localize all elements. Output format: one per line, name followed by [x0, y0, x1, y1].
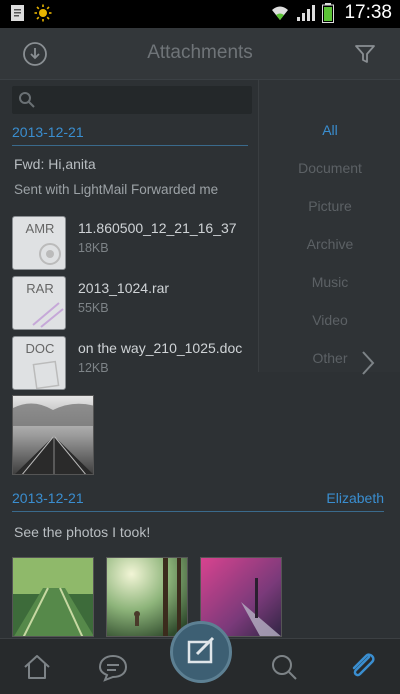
- file-name: 11.860500_12_21_16_37: [78, 220, 237, 236]
- filter-option-archive[interactable]: Archive: [259, 236, 400, 252]
- app-screen: Attachments 2013-12-21 Fwd: Hi,anita Sen…: [0, 28, 400, 694]
- file-size: 12KB: [78, 361, 109, 375]
- date-label: 2013-12-21: [12, 490, 84, 506]
- audio-file-icon: [39, 243, 61, 265]
- sun-icon: [34, 4, 52, 22]
- file-thumbnail: AMR: [12, 216, 66, 270]
- photo-thumbnail[interactable]: [12, 557, 94, 637]
- filter-option-music[interactable]: Music: [259, 274, 400, 290]
- signal-icon: [297, 5, 316, 21]
- file-name: on the way_210_1025.doc: [78, 340, 243, 356]
- file-type-label: AMR: [25, 221, 55, 236]
- file-thumbnail: RAR: [12, 276, 66, 330]
- file-size: 18KB: [78, 241, 109, 255]
- document-file-icon: [32, 360, 60, 389]
- email-preview: Sent with LightMail Forwarded me: [14, 182, 219, 197]
- filter-menu: All Document Picture Archive Music Video…: [258, 80, 400, 372]
- archive-file-icon: [32, 302, 64, 328]
- attachment-icon[interactable]: [345, 649, 381, 685]
- date-header: 2013-12-21 Elizabeth: [12, 490, 384, 512]
- battery-icon: [322, 3, 335, 23]
- filter-option-video[interactable]: Video: [259, 312, 400, 328]
- search-icon: [19, 92, 35, 108]
- forest-path-photo-image: [13, 558, 93, 636]
- email-subject[interactable]: Fwd: Hi,anita: [14, 156, 96, 172]
- filter-option-picture[interactable]: Picture: [259, 198, 400, 214]
- attachment-item[interactable]: AMR 11.860500_12_21_16_37 18KB: [12, 216, 256, 272]
- sender-name: Elizabeth: [326, 490, 384, 506]
- status-time: 17:38: [344, 2, 392, 23]
- chat-icon[interactable]: [95, 649, 131, 685]
- bottom-nav: [0, 621, 400, 694]
- date-header: 2013-12-21: [12, 124, 248, 146]
- file-type-label: DOC: [25, 341, 55, 356]
- email-subject[interactable]: See the photos I took!: [14, 524, 150, 540]
- compose-icon: [187, 636, 215, 664]
- bridge-photo-image: [13, 396, 93, 474]
- attachment-item[interactable]: DOC on the way_210_1025.doc 12KB: [12, 336, 256, 392]
- search-input[interactable]: [12, 86, 252, 114]
- page-title: Attachments: [147, 42, 253, 63]
- status-bar: 17:38: [0, 0, 400, 28]
- compose-button[interactable]: [170, 621, 232, 683]
- document-icon: [11, 5, 24, 21]
- file-size: 55KB: [78, 301, 109, 315]
- filter-option-all[interactable]: All: [259, 122, 400, 138]
- title-bar: Attachments: [0, 28, 400, 80]
- wifi-icon: [272, 6, 289, 20]
- file-type-label: RAR: [26, 281, 54, 296]
- file-name: 2013_1024.rar: [78, 280, 170, 296]
- chevron-right-icon[interactable]: [357, 348, 379, 378]
- search-icon[interactable]: [266, 649, 302, 685]
- photo-thumbnail[interactable]: [12, 395, 94, 475]
- filter-icon[interactable]: [351, 40, 379, 68]
- attachment-item[interactable]: RAR 2013_1024.rar 55KB: [12, 276, 256, 332]
- filter-option-document[interactable]: Document: [259, 160, 400, 176]
- home-icon[interactable]: [19, 649, 55, 685]
- file-thumbnail: DOC: [12, 336, 66, 390]
- date-label: 2013-12-21: [12, 124, 84, 140]
